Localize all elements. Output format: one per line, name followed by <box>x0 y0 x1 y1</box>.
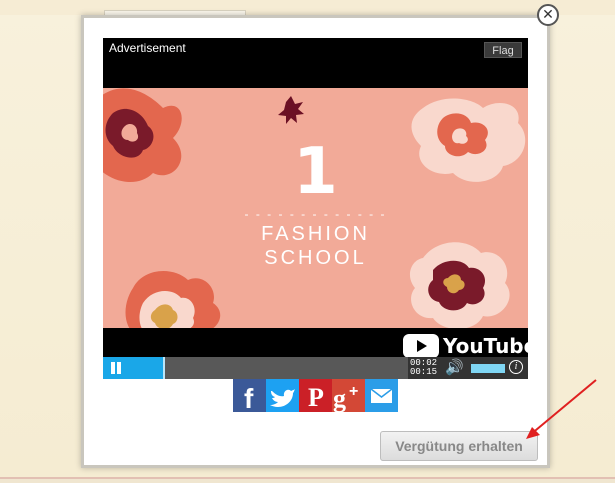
advertisement-label: Advertisement <box>109 41 186 55</box>
time-display: 00:02 00:15 <box>410 359 437 377</box>
video-title-line2: SCHOOL <box>264 247 367 269</box>
close-button[interactable]: ✕ <box>537 4 559 26</box>
video-dashes: - - - - - - - - - - - - - <box>244 207 387 221</box>
duration-time: 00:15 <box>410 367 438 377</box>
page-background-bottom <box>0 479 615 483</box>
email-icon[interactable] <box>365 379 398 412</box>
pinterest-icon[interactable]: P <box>299 379 332 412</box>
page-background-top <box>0 0 615 15</box>
volume-slider[interactable] <box>471 364 505 373</box>
video-number: 1 <box>293 135 338 209</box>
info-icon[interactable]: i <box>509 360 523 374</box>
svg-text:+: + <box>349 383 358 400</box>
svg-text:P: P <box>308 383 324 412</box>
progress-remaining[interactable] <box>165 357 408 379</box>
youtube-wordmark: YouTube <box>443 334 538 358</box>
flag-button[interactable]: Flag <box>484 42 522 58</box>
youtube-play-icon <box>403 334 439 358</box>
video-ad-player: Advertisement Flag 1 - - - - - - - - - -… <box>103 38 537 379</box>
decor-splat-top-center <box>278 96 304 124</box>
google-plus-icon[interactable]: g + <box>332 379 365 413</box>
annotation-arrow <box>526 379 597 439</box>
volume-icon[interactable]: 🔊 <box>445 360 464 376</box>
svg-text:f: f <box>244 383 254 412</box>
svg-text:g: g <box>333 384 346 412</box>
video-frame[interactable]: 1 - - - - - - - - - - - - - FASHION SCHO… <box>103 88 528 328</box>
twitter-icon[interactable] <box>266 379 299 412</box>
reward-button[interactable]: Vergütung erhalten <box>380 431 538 461</box>
player-controls: 00:02 00:15 🔊 i <box>103 357 528 379</box>
facebook-icon[interactable]: f <box>233 379 266 414</box>
decor-flower-bottom-left <box>125 270 221 328</box>
video-title-line1: FASHION <box>261 223 370 245</box>
youtube-logo[interactable]: YouTube <box>403 334 537 358</box>
pause-icon[interactable] <box>110 362 122 374</box>
